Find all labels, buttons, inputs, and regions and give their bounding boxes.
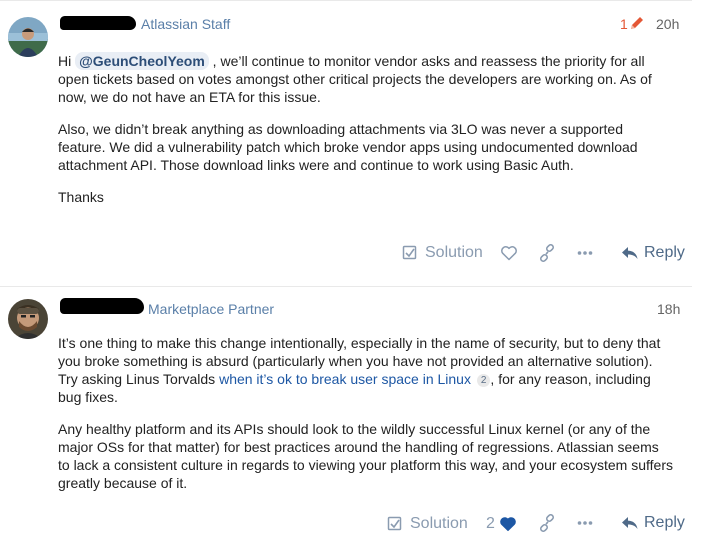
heart-icon: [499, 516, 517, 532]
edit-count[interactable]: 1: [620, 16, 628, 32]
checkbox-icon: [387, 516, 403, 532]
linux-user-space-link[interactable]: when it’s ok to break user space in Linu…: [219, 371, 471, 387]
post-divider: [0, 286, 692, 287]
post-body: Hi @GeunCheolYeom , we’ll continue to mo…: [58, 52, 673, 206]
like-button[interactable]: [500, 245, 518, 261]
more-button[interactable]: [577, 520, 593, 526]
author-role-link[interactable]: Atlassian Staff: [141, 16, 230, 32]
solution-button[interactable]: Solution: [387, 515, 468, 533]
top-divider: [0, 0, 692, 1]
paragraph-text: Hi: [58, 53, 76, 69]
link-click-count: 2: [476, 374, 491, 387]
more-icon: [577, 250, 593, 256]
link-icon: [538, 514, 556, 532]
reply-button[interactable]: Reply: [621, 514, 685, 532]
pencil-icon[interactable]: [629, 15, 645, 36]
like-button[interactable]: 2: [486, 515, 517, 533]
post-paragraph: Also, we didn’t break anything as downlo…: [58, 121, 638, 173]
solution-label: Solution: [410, 515, 468, 532]
post-paragraph: Hi @GeunCheolYeom , we’ll continue to mo…: [58, 52, 673, 106]
post-paragraph: It’s one thing to make this change inten…: [58, 334, 673, 406]
user-mention[interactable]: @GeunCheolYeom: [75, 52, 209, 70]
reply-arrow-icon: [621, 245, 639, 261]
heart-icon: [500, 245, 518, 261]
solution-button[interactable]: Solution: [402, 244, 483, 262]
copy-link-button[interactable]: [538, 244, 556, 262]
more-icon: [577, 520, 593, 526]
post-paragraph: Any healthy platform and its APIs should…: [58, 421, 673, 491]
avatar[interactable]: [8, 299, 48, 339]
copy-link-button[interactable]: [538, 514, 556, 532]
reply-label: Reply: [644, 514, 685, 531]
more-button[interactable]: [577, 250, 593, 256]
redacted-username: [60, 298, 144, 314]
post-paragraph: Thanks: [58, 189, 104, 205]
solution-label: Solution: [425, 244, 483, 261]
post-body: It’s one thing to make this change inten…: [58, 334, 673, 492]
reply-arrow-icon: [621, 515, 639, 531]
author-role-link[interactable]: Marketplace Partner: [148, 301, 274, 317]
redacted-username: [60, 16, 136, 30]
post-time[interactable]: 20h: [656, 16, 679, 32]
reply-label: Reply: [644, 244, 685, 261]
link-icon: [538, 244, 556, 262]
reply-button[interactable]: Reply: [621, 244, 685, 262]
checkbox-icon: [402, 245, 418, 261]
post-time[interactable]: 18h: [657, 301, 680, 317]
avatar[interactable]: [8, 17, 48, 57]
like-count: 2: [486, 515, 495, 532]
